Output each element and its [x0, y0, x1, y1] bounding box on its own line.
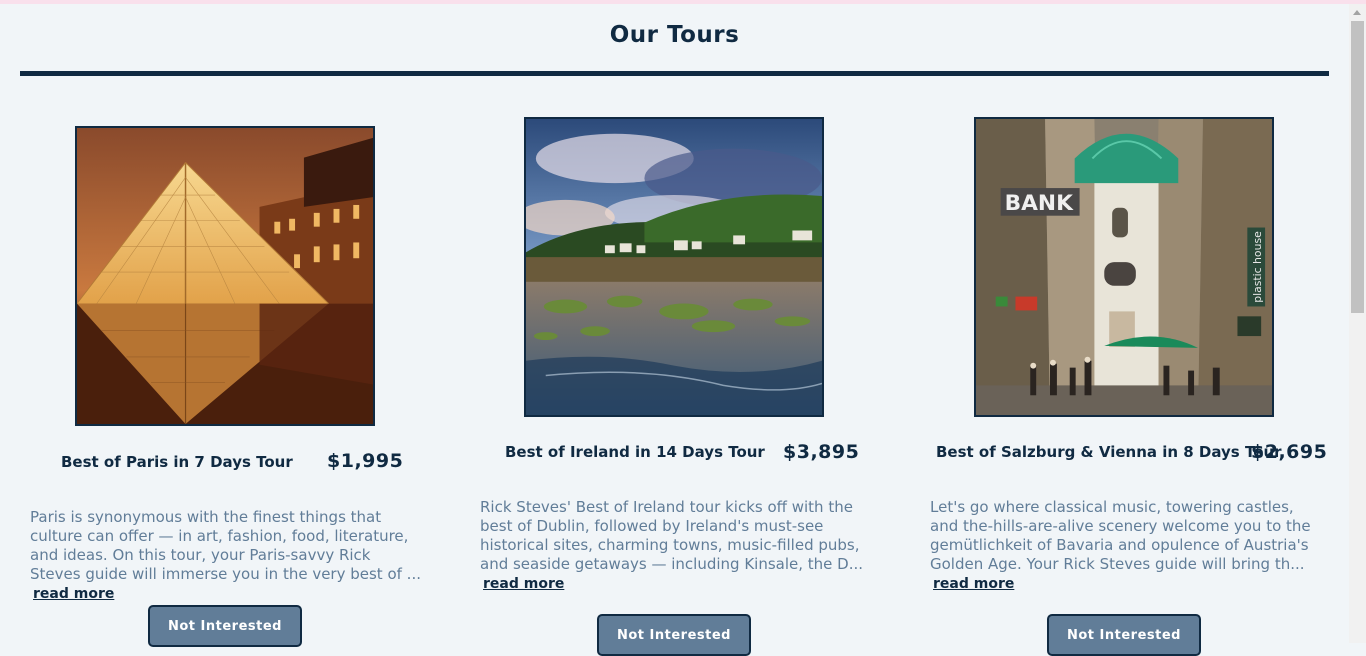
tour-image-ireland	[524, 117, 824, 417]
tour-description-vienna: Let's go where classical music, towering…	[930, 498, 1325, 594]
not-interested-button[interactable]: Not Interested	[148, 605, 302, 647]
tour-price-ireland: $3,895	[783, 441, 860, 463]
title-underline	[20, 71, 1329, 76]
tour-name-ireland: Best of Ireland in 14 Days Tour	[505, 443, 765, 461]
irish-coast-photo	[526, 119, 822, 415]
read-more-button[interactable]: read more	[480, 576, 568, 592]
not-interested-button[interactable]: Not Interested	[1047, 614, 1201, 656]
tour-description-paris: Paris is synonymous with the finest thin…	[30, 508, 425, 604]
read-more-button[interactable]: read more	[30, 586, 118, 602]
scroll-up-icon[interactable]	[1353, 10, 1361, 15]
tour-name-paris: Best of Paris in 7 Days Tour	[61, 453, 293, 471]
tour-price-vienna: $2,695	[1251, 441, 1328, 463]
tour-description-text: Paris is synonymous with the finest thin…	[30, 508, 421, 583]
tour-image-paris	[75, 126, 375, 426]
page: Our Tours Best of Paris in 7 Days Tour $…	[0, 4, 1349, 656]
vienna-street-photo: BANK plastic house	[976, 119, 1272, 415]
page-scrollbar[interactable]	[1349, 4, 1366, 643]
read-more-button[interactable]: read more	[930, 576, 1018, 592]
tour-price-paris: $1,995	[327, 450, 404, 472]
tour-description-text: Let's go where classical music, towering…	[930, 498, 1311, 573]
not-interested-button[interactable]: Not Interested	[597, 614, 751, 656]
scrollbar-thumb[interactable]	[1351, 21, 1364, 313]
tour-description-text: Rick Steves' Best of Ireland tour kicks …	[480, 498, 864, 573]
tour-description-ireland: Rick Steves' Best of Ireland tour kicks …	[480, 498, 875, 594]
louvre-pyramid-photo	[77, 128, 373, 424]
plastic-house-banner: plastic house	[1251, 231, 1264, 303]
tour-image-vienna: BANK plastic house	[974, 117, 1274, 417]
bank-sign: BANK	[1005, 191, 1074, 216]
page-title: Our Tours	[609, 22, 740, 48]
tour-name-vienna: Best of Salzburg & Vienna in 8 Days Tour	[936, 443, 1282, 461]
